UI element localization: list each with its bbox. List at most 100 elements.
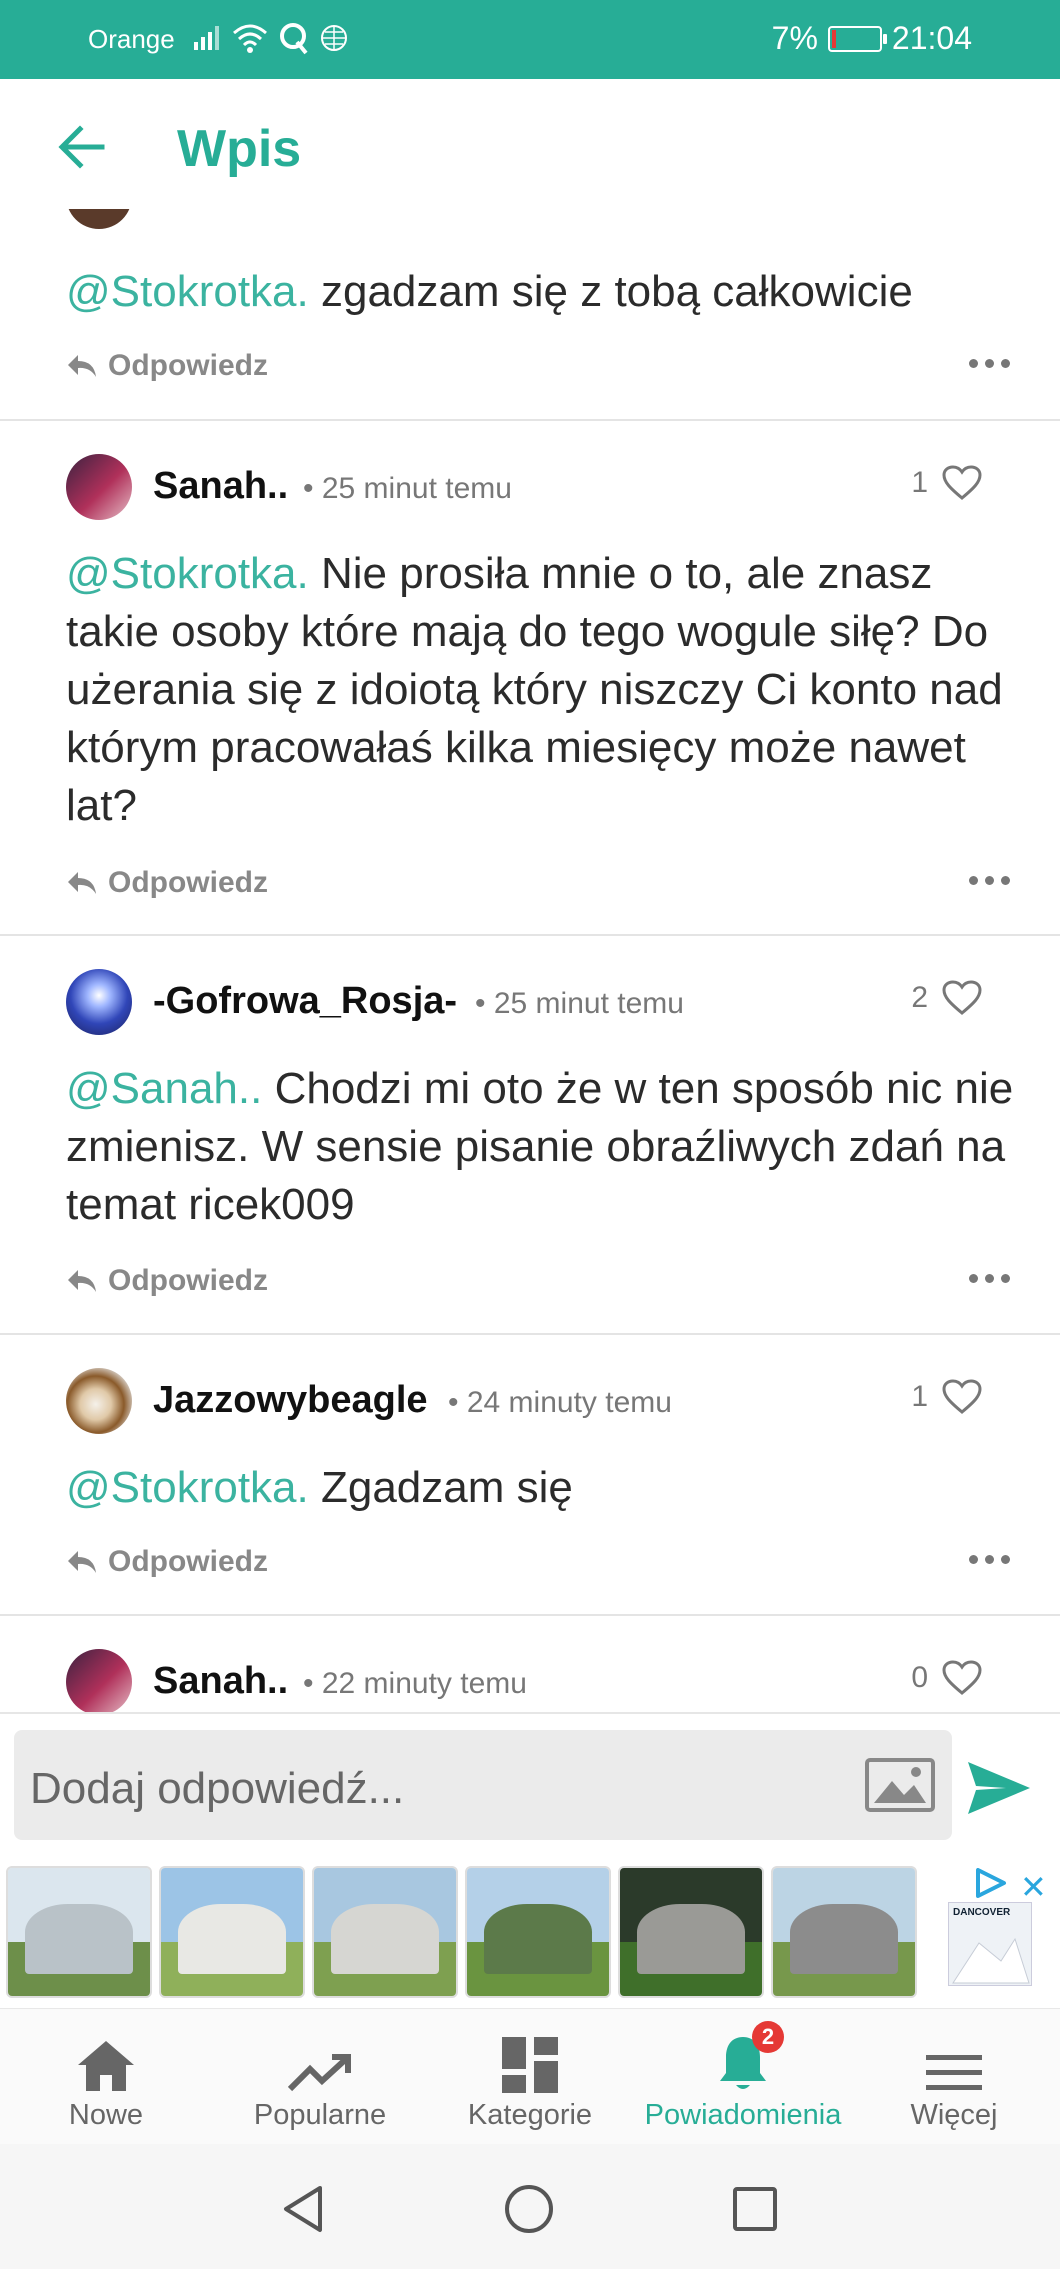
- ad-product-image[interactable]: [771, 1866, 917, 1998]
- comment-card: @Stokrotka. zgadzam się z tobą całkowici…: [0, 209, 1060, 419]
- comment-card: Jazzowybeagle • 24 minuty temu 1 @Stokro…: [0, 1333, 1060, 1615]
- heart-icon[interactable]: [942, 1379, 982, 1415]
- nav-label: Kategorie: [467, 2099, 593, 2131]
- username[interactable]: Sanah..: [153, 465, 288, 508]
- battery-percent: 7%: [771, 20, 818, 56]
- like-count: 0: [911, 1661, 928, 1694]
- reply-icon: [68, 872, 96, 894]
- like-count: 1: [911, 1380, 928, 1413]
- like-count: 2: [911, 981, 928, 1014]
- system-recents-icon[interactable]: [732, 2186, 778, 2232]
- page-title: Wpis: [177, 120, 302, 178]
- username[interactable]: -Gofrowa_Rosja-: [153, 980, 457, 1023]
- trending-icon: [288, 2054, 351, 2092]
- more-options-icon[interactable]: [969, 876, 1010, 885]
- comment-card: -Gofrowa_Rosja- • 25 minut temu 2 @Sanah…: [0, 934, 1060, 1334]
- reply-icon: [68, 355, 96, 377]
- send-icon[interactable]: [966, 1760, 1032, 1816]
- like-control[interactable]: 2: [911, 980, 982, 1016]
- reply-input-placeholder: Dodaj odpowiedź...: [30, 1764, 405, 1813]
- reply-icon: [68, 1551, 96, 1573]
- carrier-name: Orange: [88, 24, 175, 54]
- like-control[interactable]: 1: [911, 1379, 982, 1415]
- battery-icon: [827, 25, 887, 52]
- like-control[interactable]: 1: [911, 465, 982, 501]
- mention-link[interactable]: @Sanah..: [66, 1064, 262, 1113]
- mention-link[interactable]: @Stokrotka.: [66, 267, 309, 316]
- reply-button[interactable]: Odpowiedz: [66, 1545, 268, 1579]
- ad-logo[interactable]: DANCOVER: [948, 1902, 1032, 1986]
- reply-button[interactable]: Odpowiedz: [66, 866, 268, 900]
- avatar[interactable]: [66, 969, 132, 1035]
- ad-product-image[interactable]: [465, 1866, 611, 1998]
- dashboard-icon: [502, 2037, 558, 2093]
- back-arrow-icon[interactable]: [52, 117, 112, 177]
- status-right: 7% 21:04: [772, 20, 972, 57]
- clock: 21:04: [891, 20, 972, 56]
- nav-more[interactable]: Więcej: [892, 2009, 1016, 2145]
- globe-icon: [321, 25, 347, 51]
- ad-brand: DANCOVER: [953, 1907, 1011, 1918]
- nav-label: Powiadomienia: [644, 2099, 842, 2131]
- home-icon: [78, 2041, 134, 2091]
- avatar[interactable]: [66, 454, 132, 520]
- ad-product-image[interactable]: [159, 1866, 305, 1998]
- heart-icon[interactable]: [942, 980, 982, 1016]
- system-home-icon[interactable]: [504, 2184, 554, 2234]
- mention-link[interactable]: @Stokrotka.: [66, 549, 309, 598]
- comment-text: @Stokrotka. zgadzam się z tobą całkowici…: [66, 263, 1016, 321]
- timestamp: • 24 minuty temu: [448, 1386, 672, 1419]
- more-options-icon[interactable]: [969, 1274, 1010, 1283]
- like-count: 1: [911, 466, 928, 499]
- avatar[interactable]: [66, 209, 132, 229]
- reply-input[interactable]: Dodaj odpowiedź...: [14, 1730, 952, 1840]
- menu-icon: [926, 2055, 982, 2090]
- more-options-icon[interactable]: [969, 1555, 1010, 1564]
- ad-product-image[interactable]: [6, 1866, 152, 1998]
- nav-label: Popularne: [253, 2099, 387, 2131]
- timestamp: • 25 minut temu: [475, 987, 684, 1020]
- nav-popular[interactable]: Popularne: [230, 2009, 410, 2145]
- comments-feed[interactable]: @Stokrotka. zgadzam się z tobą całkowici…: [0, 209, 1060, 1712]
- status-icons: [192, 18, 348, 58]
- comment-text: @Stokrotka. Nie prosiła mnie o to, ale z…: [66, 545, 1016, 835]
- comment-body: zgadzam się z tobą całkowicie: [308, 267, 913, 316]
- mention-link[interactable]: @Stokrotka.: [66, 1463, 309, 1512]
- comment-card: Sanah.. • 22 minuty temu 0: [0, 1614, 1060, 1712]
- ad-product-image[interactable]: [618, 1866, 764, 1998]
- reply-composer: Dodaj odpowiedź...: [0, 1712, 1060, 1862]
- nav-new[interactable]: Nowe: [36, 2009, 176, 2145]
- reply-button[interactable]: Odpowiedz: [66, 1264, 268, 1298]
- system-back-icon[interactable]: [280, 2184, 326, 2234]
- reply-label: Odpowiedz: [108, 1545, 268, 1578]
- app-bar: Wpis: [0, 79, 1060, 209]
- more-options-icon[interactable]: [969, 359, 1010, 368]
- reply-label: Odpowiedz: [108, 1264, 268, 1297]
- comment-body: Zgadzam się: [308, 1463, 573, 1512]
- avatar[interactable]: [66, 1368, 132, 1434]
- nav-notifications[interactable]: 2 Powiadomienia: [638, 2009, 848, 2145]
- username[interactable]: Jazzowybeagle: [153, 1379, 428, 1422]
- wifi-icon: [233, 24, 267, 53]
- ad-banner[interactable]: ✕ DANCOVER: [0, 1860, 1060, 2008]
- bottom-navigation: Nowe Popularne Kategorie 2 Powiadomienia…: [0, 2008, 1060, 2145]
- system-navigation-bar: [0, 2144, 1060, 2269]
- like-control[interactable]: 0: [911, 1660, 982, 1696]
- ad-choices-icon[interactable]: [974, 1868, 1008, 1898]
- reply-label: Odpowiedz: [108, 349, 268, 382]
- heart-icon[interactable]: [942, 1660, 982, 1696]
- reply-button[interactable]: Odpowiedz: [66, 349, 268, 383]
- comment-card: Sanah.. • 25 minut temu 1 @Stokrotka. Ni…: [0, 419, 1060, 935]
- heart-icon[interactable]: [942, 465, 982, 501]
- nav-label: Nowe: [68, 2099, 144, 2131]
- username[interactable]: Sanah..: [153, 1660, 288, 1703]
- image-attach-icon[interactable]: [864, 1757, 936, 1813]
- timestamp: • 25 minut temu: [303, 472, 512, 505]
- ad-product-image[interactable]: [312, 1866, 458, 1998]
- comment-text: @Stokrotka. Zgadzam się: [66, 1459, 1016, 1517]
- q-app-icon: [280, 23, 308, 55]
- nav-categories[interactable]: Kategorie: [456, 2009, 604, 2145]
- avatar[interactable]: [66, 1649, 132, 1712]
- comment-text: @Sanah.. Chodzi mi oto że w ten sposób n…: [66, 1060, 1016, 1234]
- ad-close-icon[interactable]: ✕: [1020, 1868, 1047, 1906]
